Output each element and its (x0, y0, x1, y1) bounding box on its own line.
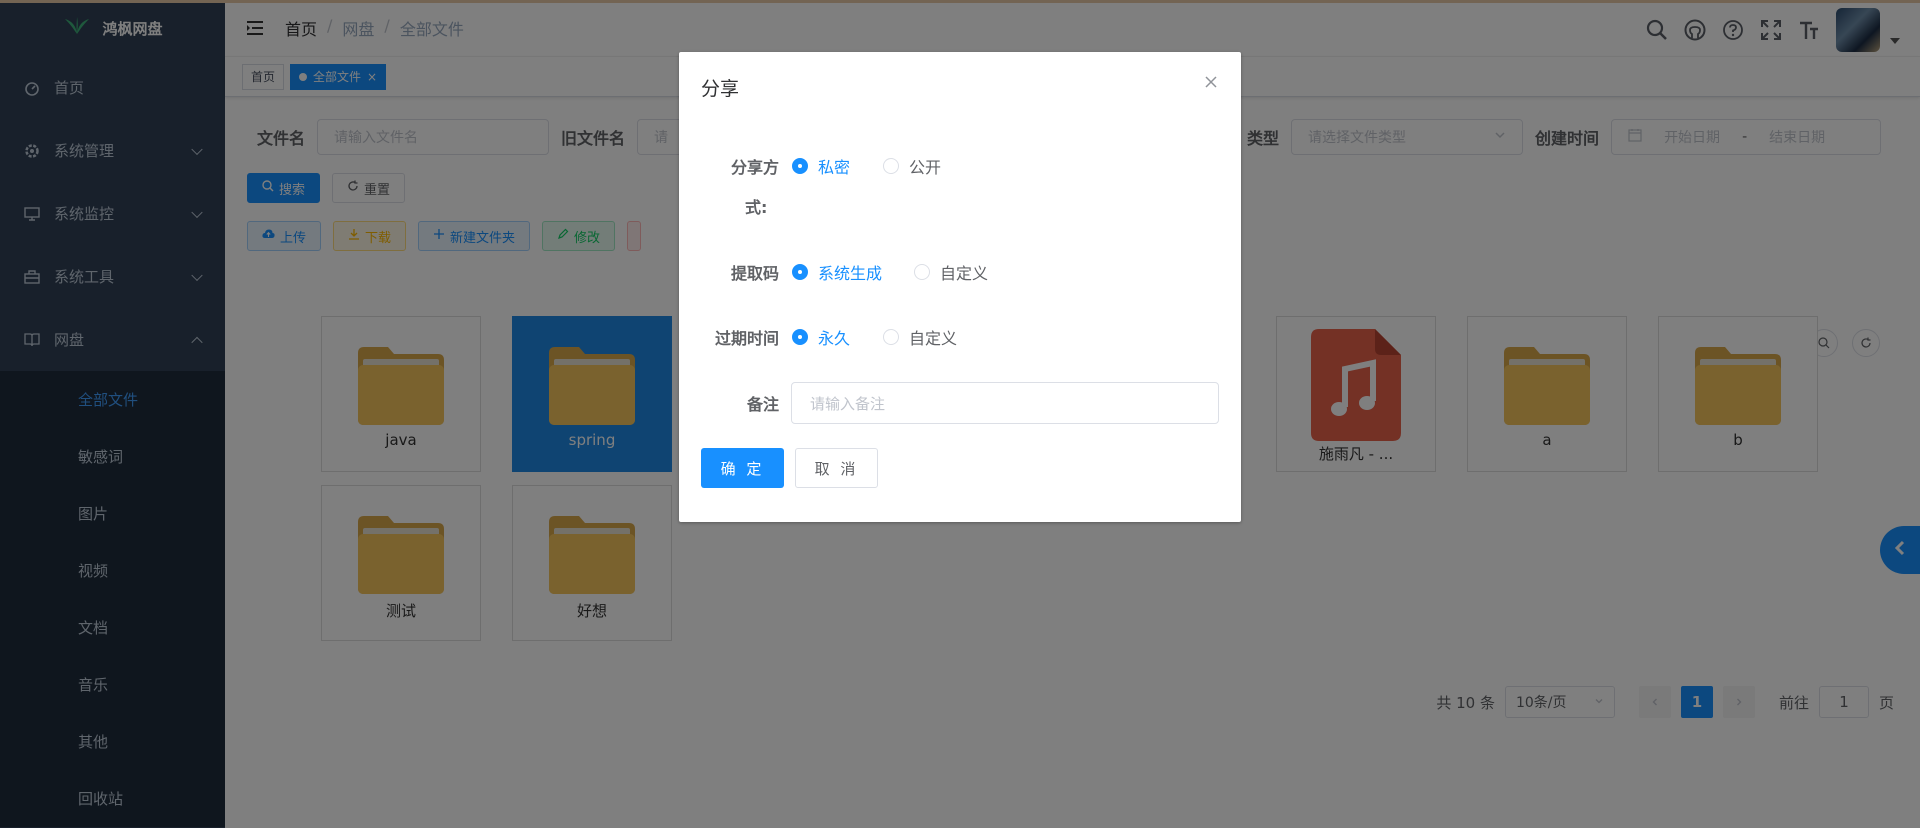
radio-label: 自定义 (909, 329, 958, 348)
extract-code-label: 提取码 (730, 264, 779, 283)
radio-unchecked-icon (883, 329, 899, 345)
radio-unchecked-icon (914, 264, 930, 280)
share-private-radio[interactable]: 私密 (792, 154, 850, 178)
code-system-radio[interactable]: 系统生成 (792, 260, 882, 284)
share-mode-label: 分享方 (730, 158, 779, 177)
note-input[interactable]: 请输入备注 (791, 382, 1219, 424)
share-dialog: 分享 分享方 式: 私密 公开 提取码 系统生成 自定义 过期时间 永久 自定义… (679, 52, 1241, 522)
radio-checked-icon (792, 329, 808, 345)
radio-label: 系统生成 (818, 264, 883, 283)
radio-label: 公开 (909, 158, 942, 177)
radio-checked-icon (792, 158, 808, 174)
code-custom-radio[interactable]: 自定义 (914, 260, 988, 284)
dialog-title: 分享 (701, 78, 740, 100)
expire-forever-radio[interactable]: 永久 (792, 325, 850, 349)
confirm-button[interactable]: 确 定 (701, 448, 784, 488)
share-public-radio[interactable]: 公开 (883, 154, 941, 178)
radio-label: 私密 (818, 158, 851, 177)
close-icon[interactable] (1203, 74, 1219, 90)
radio-unchecked-icon (883, 158, 899, 174)
note-label: 备注 (746, 395, 779, 414)
expire-custom-radio[interactable]: 自定义 (883, 325, 957, 349)
radio-checked-icon (792, 264, 808, 280)
cancel-button[interactable]: 取 消 (795, 448, 878, 488)
share-mode-label-cont: 式: (745, 198, 768, 217)
radio-label: 自定义 (940, 264, 989, 283)
expire-time-label: 过期时间 (714, 329, 779, 348)
radio-label: 永久 (818, 329, 851, 348)
